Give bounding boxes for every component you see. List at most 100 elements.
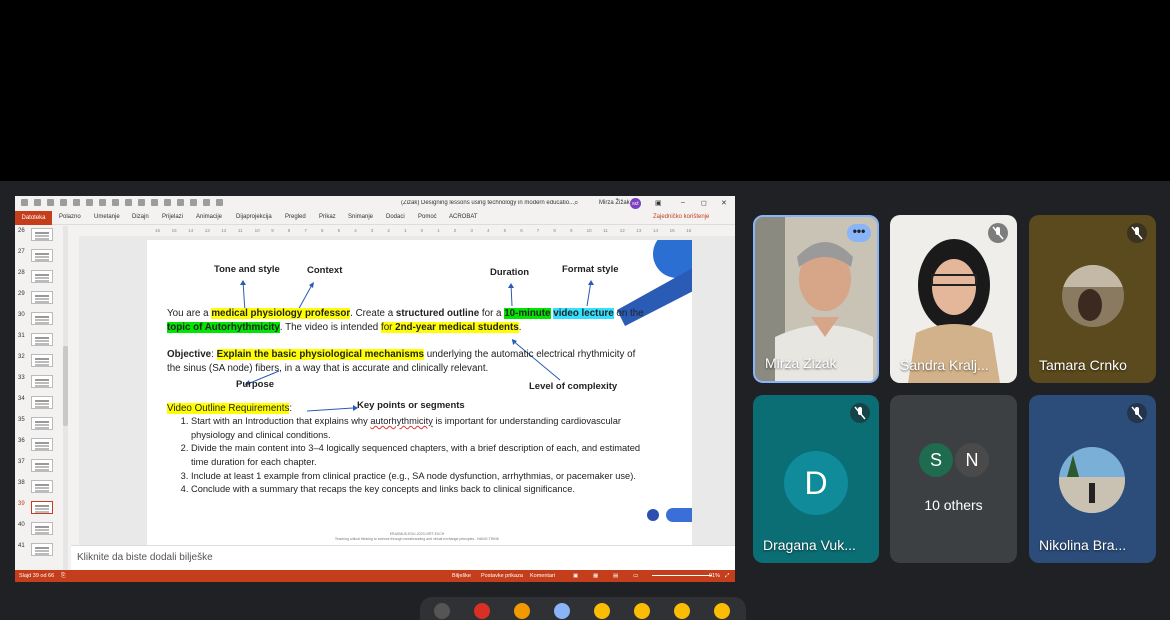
tab-design[interactable]: Dizajn	[132, 214, 149, 220]
thumbnail-item[interactable]: 36	[17, 436, 67, 456]
tab-addins[interactable]: Dodaci	[386, 214, 405, 220]
thumbnail-image[interactable]	[31, 501, 53, 514]
participant-tile[interactable]: Tamara Crnko	[1029, 215, 1156, 383]
comment-icon[interactable]	[190, 199, 197, 206]
sorter-view-icon[interactable]: ▦	[593, 573, 598, 579]
reaction-icon[interactable]	[714, 603, 730, 619]
thumbnail-item-selected[interactable]: 39	[17, 499, 67, 519]
thumbnail-item[interactable]: 37	[17, 457, 67, 477]
more-icon[interactable]	[216, 199, 223, 206]
maximize-icon[interactable]: ◻	[701, 199, 707, 207]
notes-button[interactable]: Bilješke	[452, 573, 471, 579]
thumbnail-item[interactable]: 27	[17, 247, 67, 267]
participant-tile-active[interactable]: ••• Mirza Zizak	[753, 215, 879, 383]
tab-file[interactable]: Datoteka	[15, 211, 52, 225]
save-icon[interactable]	[47, 199, 54, 206]
thumbnail-item[interactable]: 34	[17, 394, 67, 414]
thumbnail-image[interactable]	[31, 375, 53, 388]
slide-thumbnails-pane[interactable]: 26 27 28 29 30 31 32 33 34 35 36 37 38 3…	[15, 226, 71, 572]
thumbnail-image[interactable]	[31, 291, 53, 304]
align-icon[interactable]	[112, 199, 119, 206]
close-icon[interactable]: ✕	[721, 199, 727, 207]
thumbnail-item[interactable]: 33	[17, 373, 67, 393]
thumbnail-image[interactable]	[31, 312, 53, 325]
table-icon[interactable]	[125, 199, 132, 206]
thumbnail-image[interactable]	[31, 249, 53, 262]
reaction-icon[interactable]	[514, 603, 530, 619]
tab-record[interactable]: Snimanje	[348, 214, 373, 220]
format-icon[interactable]	[99, 199, 106, 206]
tab-acrobat[interactable]: ACROBAT	[449, 214, 478, 220]
thumbnail-image[interactable]	[31, 270, 53, 283]
text-icon[interactable]	[73, 199, 80, 206]
share-button[interactable]: Zajedničko korištenje	[653, 214, 709, 220]
thumbnail-item[interactable]: 28	[17, 268, 67, 288]
accessibility-icon[interactable]: ⎘	[61, 573, 65, 580]
zoom-slider[interactable]	[652, 575, 712, 576]
thumbnail-item[interactable]: 35	[17, 415, 67, 435]
thumbnail-image[interactable]	[31, 459, 53, 472]
zoom-level[interactable]: 91%	[709, 573, 720, 579]
undo-icon[interactable]	[21, 199, 28, 206]
thumbnail-image[interactable]	[31, 438, 53, 451]
picture-icon[interactable]	[138, 199, 145, 206]
tab-help[interactable]: Pomoć	[418, 214, 437, 220]
participant-tile[interactable]: D Dragana Vuk...	[753, 395, 879, 563]
slide-editor[interactable]: Tone and style Context Duration Format s…	[79, 236, 735, 546]
reading-view-icon[interactable]: ▤	[613, 573, 618, 579]
tab-review[interactable]: Pregled	[285, 214, 306, 220]
search-icon[interactable]: ⌕	[574, 198, 578, 208]
zoom-icon[interactable]	[177, 199, 184, 206]
slideshow-view-icon[interactable]: ▭	[633, 573, 638, 579]
shape-icon[interactable]	[86, 199, 93, 206]
others-tile[interactable]: S N 10 others	[890, 395, 1017, 563]
tab-home[interactable]: Polazno	[59, 214, 81, 220]
thumbnail-item[interactable]: 29	[17, 289, 67, 309]
thumbnail-image[interactable]	[31, 480, 53, 493]
ribbon-display-icon[interactable]: ▣	[655, 199, 662, 207]
thumbnail-image[interactable]	[31, 543, 53, 556]
tab-slideshow[interactable]: Dijaprojekcija	[236, 214, 272, 220]
reaction-icon[interactable]	[634, 603, 650, 619]
thumbnail-item[interactable]: 26	[17, 226, 67, 246]
shared-powerpoint-window[interactable]: (Zizak) Designing lessons using technolo…	[15, 196, 735, 582]
minimize-icon[interactable]: –	[681, 199, 685, 206]
comments-button[interactable]: Komentari	[530, 573, 555, 579]
reaction-bar[interactable]	[420, 597, 746, 620]
tab-animations[interactable]: Animacije	[196, 214, 222, 220]
redo-icon[interactable]	[34, 199, 41, 206]
normal-view-icon[interactable]: ▣	[573, 573, 578, 579]
participant-tile[interactable]: Nikolina Bra...	[1029, 395, 1156, 563]
draw-icon[interactable]	[60, 199, 67, 206]
slideshow-icon[interactable]	[164, 199, 171, 206]
thumbnail-image[interactable]	[31, 333, 53, 346]
user-avatar[interactable]: MŽ	[630, 198, 641, 209]
participant-tile[interactable]: Sandra Kralj...	[890, 215, 1017, 383]
reaction-icon[interactable]	[594, 603, 610, 619]
reaction-icon[interactable]	[674, 603, 690, 619]
thumbnail-item[interactable]: 30	[17, 310, 67, 330]
thumbnail-item[interactable]: 38	[17, 478, 67, 498]
tab-insert[interactable]: Umetanje	[94, 214, 120, 220]
tab-view[interactable]: Prikaz	[319, 214, 336, 220]
thumbnail-item[interactable]: 31	[17, 331, 67, 351]
tab-transitions[interactable]: Prijelazi	[162, 214, 183, 220]
reaction-icon[interactable]	[554, 603, 570, 619]
current-slide[interactable]: Tone and style Context Duration Format s…	[147, 240, 692, 546]
arrange-icon[interactable]	[203, 199, 210, 206]
thumbnail-image[interactable]	[31, 354, 53, 367]
more-options-icon[interactable]: •••	[847, 224, 871, 242]
thumbnail-image[interactable]	[31, 522, 53, 535]
thumbnail-item[interactable]: 32	[17, 352, 67, 372]
quick-access-toolbar[interactable]	[21, 199, 223, 206]
fit-slide-icon[interactable]: ⤢	[725, 573, 729, 580]
display-settings-button[interactable]: Postavke prikaza	[481, 573, 523, 579]
reaction-icon[interactable]	[434, 603, 450, 619]
thumbnail-item[interactable]: 41	[17, 541, 67, 561]
layout-icon[interactable]	[151, 199, 158, 206]
thumbnail-image[interactable]	[31, 396, 53, 409]
thumbnail-image[interactable]	[31, 417, 53, 430]
reaction-icon[interactable]	[474, 603, 490, 619]
thumbnail-scrollbar[interactable]	[63, 226, 68, 572]
thumbnail-item[interactable]: 40	[17, 520, 67, 540]
